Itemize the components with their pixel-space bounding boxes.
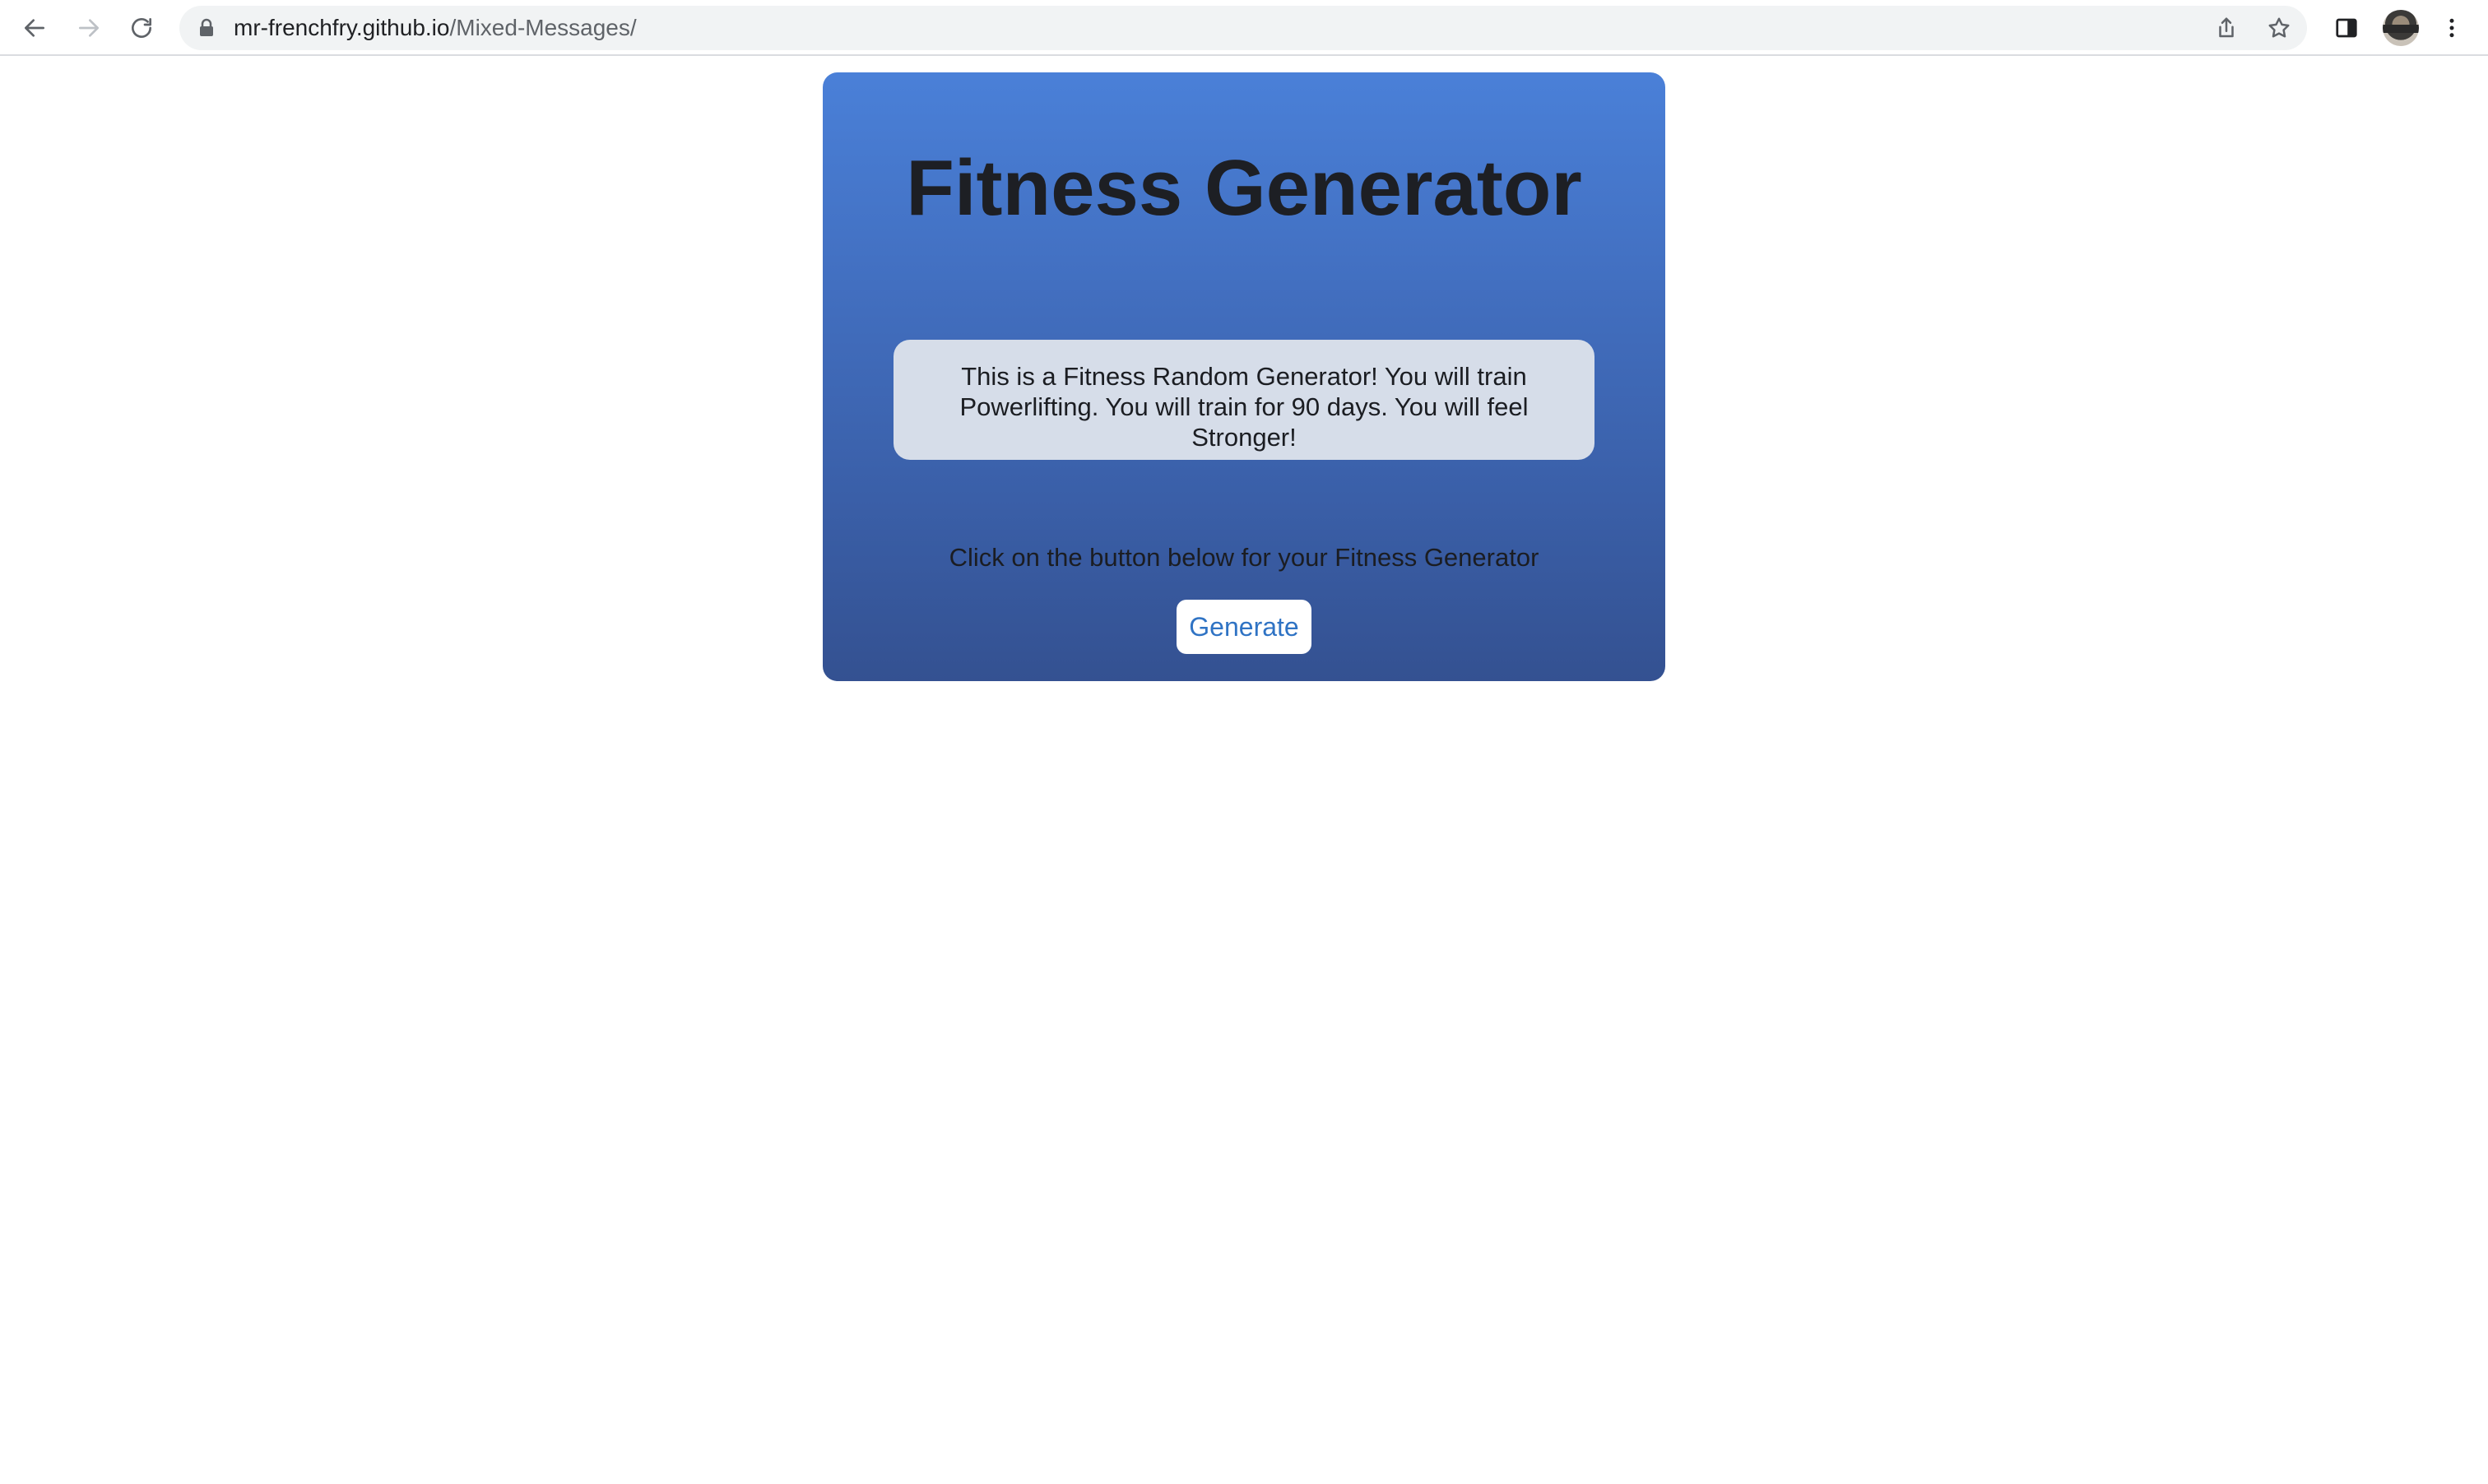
share-icon bbox=[2219, 17, 2234, 38]
generate-button[interactable]: Generate bbox=[1177, 600, 1311, 654]
fitness-message: This is a Fitness Random Generator! You … bbox=[894, 340, 1594, 460]
lock-icon bbox=[200, 18, 213, 36]
instruction-text: Click on the button below for your Fitne… bbox=[949, 543, 1539, 572]
reload-button[interactable] bbox=[123, 10, 160, 46]
address-bar[interactable]: mr-frenchfry.github.io/Mixed-Messages/ bbox=[179, 6, 2307, 50]
back-button[interactable] bbox=[16, 10, 53, 46]
page-title: Fitness Generator bbox=[906, 144, 1582, 232]
browser-toolbar: mr-frenchfry.github.io/Mixed-Messages/ bbox=[0, 0, 2488, 56]
generator-card: Fitness Generator This is a Fitness Rand… bbox=[823, 72, 1665, 681]
avatar[interactable] bbox=[2383, 10, 2419, 46]
side-panel-icon bbox=[2336, 18, 2357, 38]
reload-icon bbox=[132, 18, 151, 38]
url-text[interactable]: mr-frenchfry.github.io/Mixed-Messages/ bbox=[234, 6, 637, 50]
kebab-menu-icon bbox=[2449, 18, 2454, 38]
browser-menu-button[interactable] bbox=[2434, 10, 2470, 46]
bookmark-button[interactable] bbox=[2264, 13, 2294, 43]
arrow-left-icon bbox=[25, 19, 44, 37]
forward-button[interactable] bbox=[71, 10, 107, 46]
share-button[interactable] bbox=[2212, 13, 2241, 43]
side-panel-button[interactable] bbox=[2328, 10, 2365, 46]
url-domain: mr-frenchfry.github.io bbox=[234, 15, 450, 40]
url-path: /Mixed-Messages/ bbox=[449, 15, 637, 40]
star-icon bbox=[2268, 17, 2290, 38]
arrow-right-icon bbox=[79, 19, 99, 37]
